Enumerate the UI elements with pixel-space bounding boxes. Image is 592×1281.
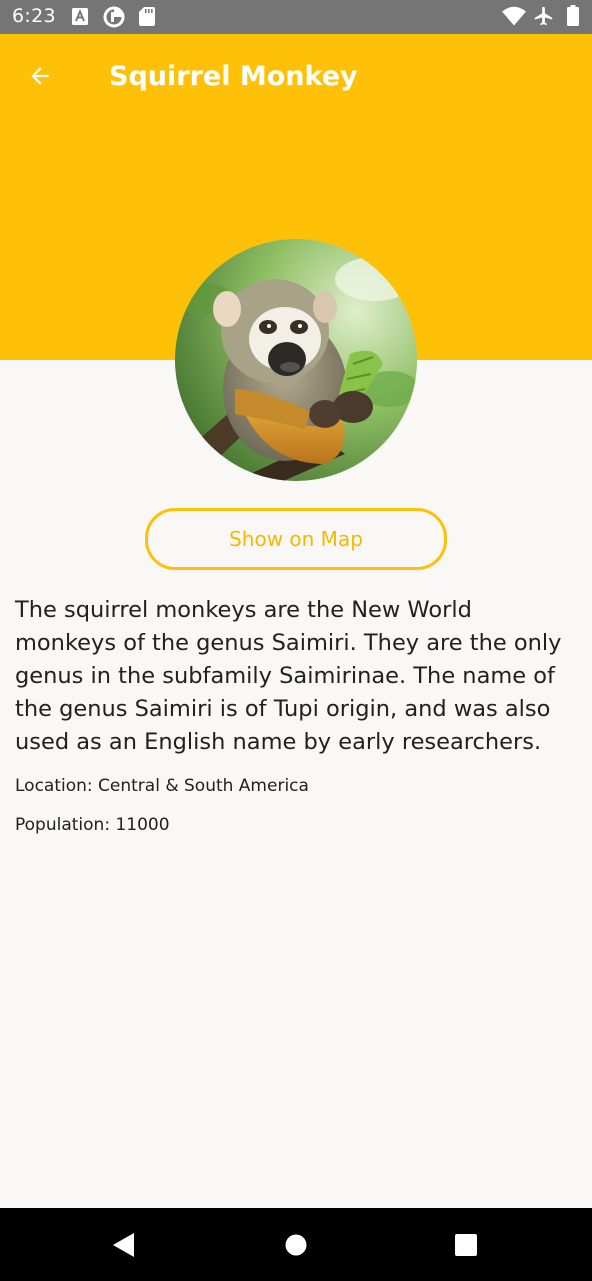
system-nav-bar [0,1208,592,1281]
show-on-map-button[interactable]: Show on Map [145,508,447,570]
status-bar: 6:23 [0,0,592,34]
recents-square-icon[interactable] [455,1234,477,1260]
location-text: Location: Central & South America [15,776,309,796]
animal-photo [175,239,417,481]
battery-icon [567,5,579,30]
animal-description: The squirrel monkeys are the New World m… [15,597,562,755]
population-text: Population: 11000 [15,815,170,835]
sd-card-icon [139,7,155,30]
home-circle-icon[interactable] [285,1234,307,1260]
back-button[interactable] [18,56,62,100]
screen: 6:23 Squirrel Monkey Show on Map The squ… [0,0,592,1281]
data-saver-icon [103,6,125,32]
airplane-mode-icon [533,5,555,31]
keyboard-a-icon [72,8,88,29]
page-title: Squirrel Monkey [109,61,358,92]
arrow-back-icon [27,63,53,93]
status-time: 6:23 [12,5,56,27]
back-triangle-icon[interactable] [113,1233,135,1261]
wifi-icon [502,6,526,30]
